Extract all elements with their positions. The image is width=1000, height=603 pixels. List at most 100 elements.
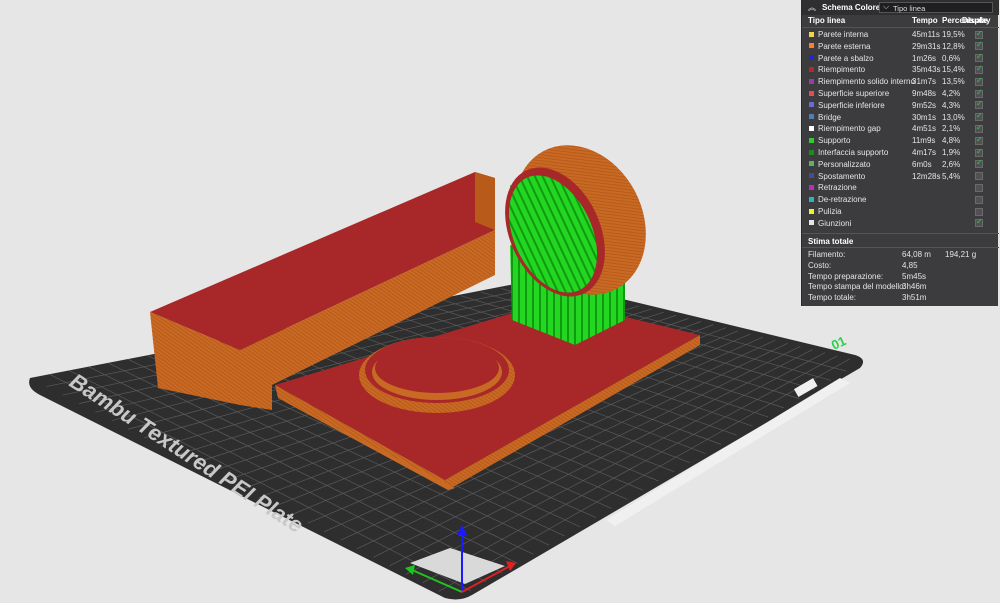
display-checkbox[interactable]	[975, 40, 983, 51]
legend-title: Schema Colore	[822, 3, 881, 12]
line-type-name: Retrazione	[818, 183, 857, 193]
column-header-time: Tempo	[912, 16, 938, 25]
legend-row: Riempimento solido interno 31m7s 13,5%	[802, 76, 999, 88]
line-type-percent: 0,6%	[942, 53, 961, 63]
line-type-time: 45m11s	[912, 30, 940, 39]
model-ring	[359, 337, 515, 413]
line-type-percent: 13,5%	[942, 77, 965, 87]
line-type-time: 31m7s	[912, 77, 937, 87]
totals-title: Stima totale	[808, 237, 854, 246]
totals-value: 3h51m	[902, 293, 927, 303]
legend-row: Retrazione	[802, 182, 999, 194]
column-header-name: Tipo linea	[808, 16, 846, 25]
line-type-name: Superficie superiore	[818, 89, 890, 98]
legend-row: Parete a sbalzo 1m26s 0,6%	[802, 52, 999, 65]
line-type-name: Parete interna	[818, 30, 869, 39]
color-swatch	[809, 125, 814, 131]
line-type-name: Superficie inferiore	[818, 100, 885, 110]
legend-row: Personalizzato 6m0s 2,6%	[802, 158, 999, 171]
line-type-name: Spostamento	[818, 171, 866, 181]
line-type-percent: 4,3%	[942, 100, 961, 110]
line-type-name: Giunzioni	[818, 218, 852, 228]
display-checkbox[interactable]	[975, 195, 983, 204]
line-type-name: Interfaccia supporto	[818, 148, 889, 157]
color-swatch	[809, 31, 814, 37]
line-type-percent: 4,8%	[942, 136, 961, 146]
display-checkbox[interactable]	[975, 183, 983, 192]
line-type-name: Personalizzato	[818, 159, 871, 169]
line-type-time: 12m28s	[912, 171, 941, 181]
line-type-percent: 5,4%	[942, 171, 961, 181]
display-checkbox[interactable]	[975, 88, 983, 98]
display-checkbox[interactable]	[975, 76, 983, 86]
line-type-percent: 4,2%	[942, 89, 961, 98]
view-mode-select[interactable]: ⌵ Tipo linea	[879, 2, 993, 13]
color-swatch	[809, 208, 814, 214]
color-swatch	[809, 114, 814, 120]
totals-value: 3h46m	[902, 282, 927, 292]
line-type-percent: 13,0%	[942, 112, 965, 122]
totals-row: Filamento: 64,08 m 194,21 g	[802, 250, 999, 261]
display-checkbox[interactable]	[975, 158, 983, 169]
column-header-display: Display	[962, 16, 991, 25]
totals-label: Costo:	[808, 260, 832, 270]
line-type-percent: 1,9%	[942, 148, 961, 157]
totals-row: Costo: 4,85	[802, 261, 999, 272]
line-type-time: 9m52s	[912, 100, 937, 110]
legend-row: Pulizia	[802, 206, 999, 218]
legend-row: Parete interna 45m11s 19,5%	[802, 29, 999, 41]
line-type-time: 9m48s	[912, 89, 937, 98]
collapse-icon[interactable]: ︽	[808, 2, 816, 13]
legend-row: Interfaccia supporto 4m17s 1,9%	[802, 147, 999, 159]
legend-row: Giunzioni	[802, 217, 999, 230]
display-checkbox[interactable]	[975, 172, 983, 181]
display-checkbox[interactable]	[975, 123, 983, 133]
legend-panel: ︽ Schema Colore ⌵ Tipo linea Tipo linea …	[801, 0, 999, 306]
display-checkbox[interactable]	[975, 111, 983, 122]
line-type-percent: 15,4%	[942, 65, 965, 75]
line-type-time: 4m17s	[912, 148, 937, 157]
totals-value: 4,85	[902, 260, 918, 270]
legend-header: ︽ Schema Colore ⌵ Tipo linea	[802, 0, 999, 15]
line-type-name: De-retrazione	[818, 195, 867, 205]
legend-row: Parete esterna 29m31s 12,8%	[802, 40, 999, 53]
totals-row: Tempo preparazione: 5m45s	[802, 272, 999, 283]
color-swatch	[809, 90, 814, 96]
line-type-percent: 19,5%	[942, 30, 965, 39]
line-type-time: 30m1s	[912, 112, 937, 122]
display-checkbox[interactable]	[975, 52, 983, 63]
line-type-time: 35m43s	[912, 65, 941, 75]
line-type-percent: 12,8%	[942, 41, 965, 51]
display-checkbox[interactable]	[975, 29, 983, 39]
totals-value: 5m45s	[902, 271, 927, 281]
display-checkbox[interactable]	[975, 99, 983, 110]
totals-label: Tempo stampa del modello:	[808, 282, 906, 292]
view-mode-value: Tipo linea	[893, 4, 926, 13]
line-type-time: 1m26s	[912, 53, 937, 63]
legend-row: Supporto 11m9s 4,8%	[802, 135, 999, 147]
legend-row: Bridge 30m1s 13,0%	[802, 111, 999, 124]
display-checkbox[interactable]	[975, 64, 983, 74]
line-type-time: 6m0s	[912, 159, 932, 169]
totals-value-secondary: 194,21 g	[945, 250, 977, 259]
totals-value: 64,08 m	[902, 250, 931, 259]
totals-divider	[802, 233, 999, 234]
totals-row: Tempo totale: 3h51m	[802, 293, 999, 304]
totals-rule	[802, 247, 999, 248]
totals-row: Tempo stampa del modello: 3h46m	[802, 282, 999, 293]
legend-row: Superficie superiore 9m48s 4,2%	[802, 88, 999, 100]
display-checkbox[interactable]	[975, 135, 983, 145]
line-type-name: Parete esterna	[818, 41, 871, 51]
legend-row: Spostamento 12m28s 5,4%	[802, 171, 999, 183]
line-type-percent: 2,1%	[942, 124, 961, 134]
color-swatch	[809, 102, 814, 108]
display-checkbox[interactable]	[975, 217, 983, 228]
totals-label: Tempo totale:	[808, 293, 857, 303]
legend-divider	[802, 27, 999, 28]
display-checkbox[interactable]	[975, 147, 983, 157]
line-type-name: Pulizia	[818, 207, 842, 216]
display-checkbox[interactable]	[975, 207, 983, 216]
line-type-name: Supporto	[818, 136, 851, 146]
color-swatch	[809, 43, 814, 49]
totals-label: Filamento:	[808, 250, 846, 259]
